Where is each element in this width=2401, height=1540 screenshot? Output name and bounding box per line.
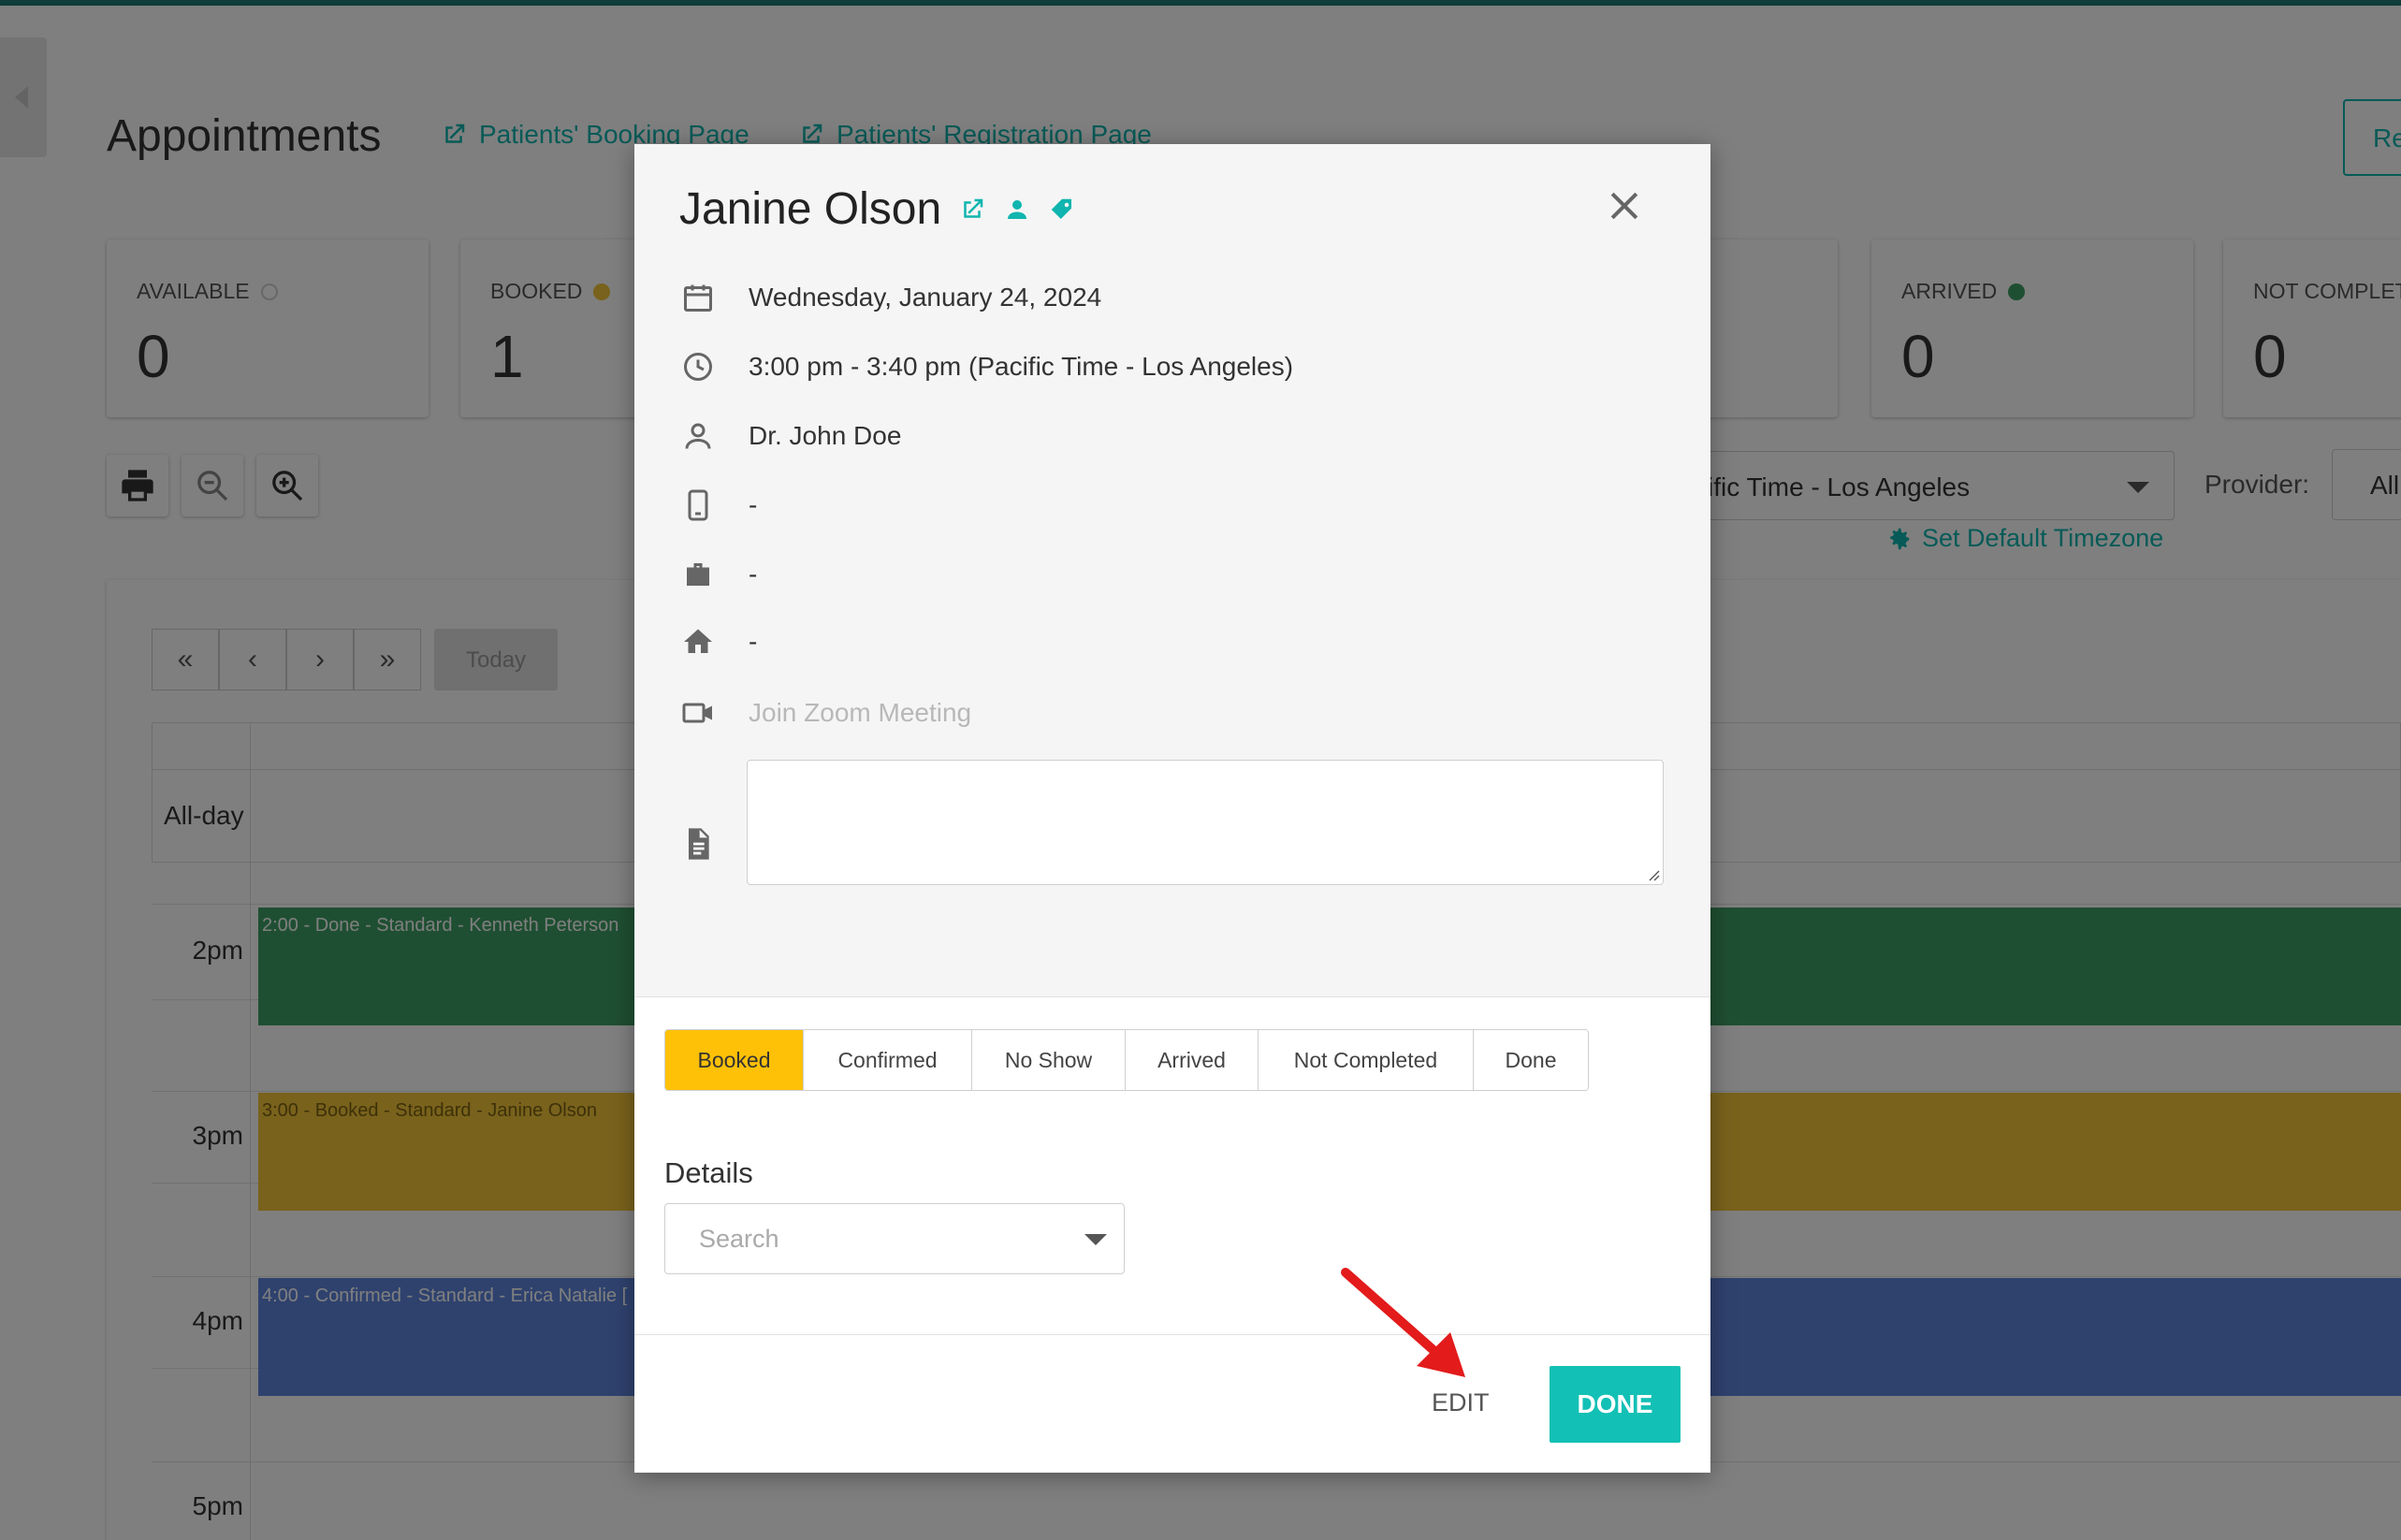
caret-down-icon [1084,1234,1107,1245]
patient-name: Janine Olson [679,184,942,234]
notes-textarea[interactable] [747,760,1664,885]
status-arrived-button[interactable]: Arrived [1126,1030,1259,1090]
details-search-select[interactable]: Search [664,1203,1125,1274]
mobile-phone-icon [688,489,708,521]
details-label: Details [664,1156,753,1189]
person-icon[interactable] [1003,196,1031,224]
clock-icon [684,353,712,381]
calendar-icon [684,284,712,312]
status-no-show-button[interactable]: No Show [972,1030,1126,1090]
work-phone-value: - [749,559,758,588]
person-outline-icon [685,423,711,449]
red-arrow-icon [1341,1268,1465,1377]
status-confirmed-button[interactable]: Confirmed [804,1030,972,1090]
close-icon[interactable] [1604,185,1645,226]
dialog-footer-divider [634,1334,1710,1335]
status-booked-button[interactable]: Booked [665,1030,804,1090]
work-row: - [679,556,757,593]
details-search-placeholder: Search [699,1225,779,1253]
briefcase-icon [687,563,709,586]
time-row: 3:00 pm - 3:40 pm (Pacific Time - Los An… [679,348,1293,385]
mobile-phone-value: - [749,490,758,519]
dialog-title: Janine Olson [679,183,1076,235]
done-button[interactable]: DONE [1550,1366,1681,1443]
status-done-button[interactable]: Done [1474,1030,1588,1090]
home-row: - [679,623,757,661]
appointment-provider: Dr. John Doe [749,421,902,450]
provider-row: Dr. John Doe [679,417,901,455]
home-phone-value: - [749,627,758,656]
resize-grip-icon[interactable] [1647,868,1660,881]
appointment-time: 3:00 pm - 3:40 pm (Pacific Time - Los An… [749,352,1294,381]
join-zoom-link[interactable]: Join Zoom Meeting [749,698,971,728]
zoom-row: Join Zoom Meeting [679,694,971,732]
external-link-icon[interactable] [958,196,986,224]
appointment-date: Wednesday, January 24, 2024 [749,283,1102,312]
status-button-group: Booked Confirmed No Show Arrived Not Com… [664,1029,1589,1091]
video-camera-icon [682,703,712,723]
status-not-completed-button[interactable]: Not Completed [1259,1030,1474,1090]
home-icon [684,629,712,653]
tag-icon[interactable] [1048,196,1076,224]
document-icon [689,828,709,860]
appointment-dialog: Janine Olson Wednesday, January 24, 2024… [634,144,1710,1473]
date-row: Wednesday, January 24, 2024 [679,279,1101,316]
mobile-row: - [679,487,757,524]
edit-button[interactable]: EDIT [1432,1388,1490,1417]
